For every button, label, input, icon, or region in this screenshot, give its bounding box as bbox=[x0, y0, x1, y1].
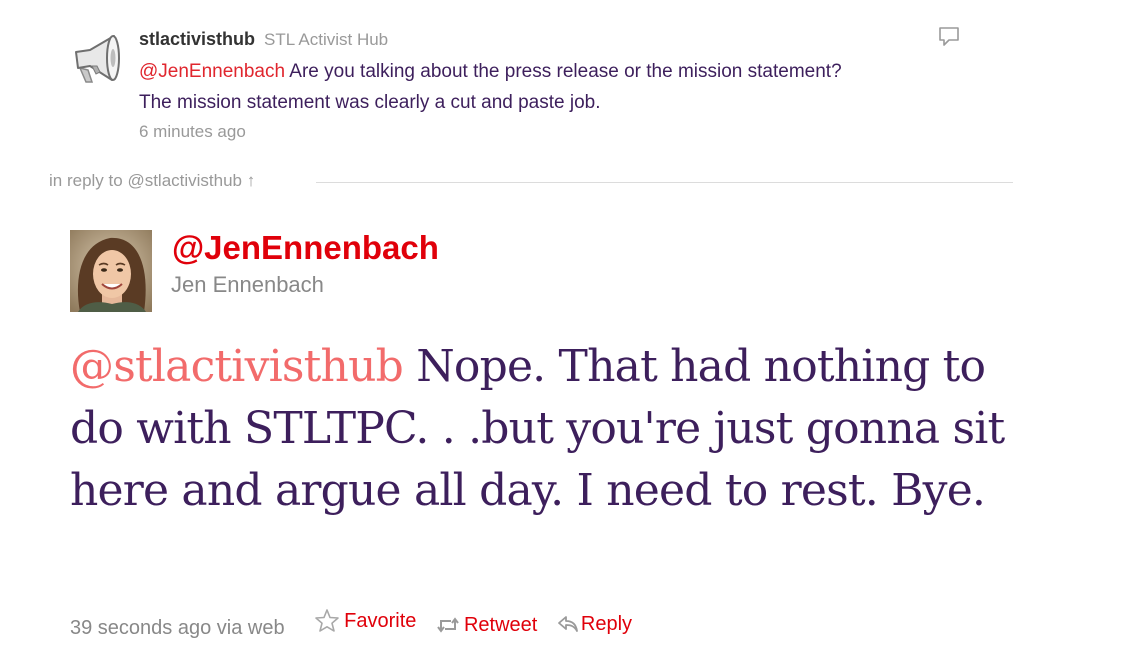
speech-bubble-icon[interactable] bbox=[938, 26, 960, 48]
main-timestamp[interactable]: 39 seconds ago bbox=[70, 617, 211, 639]
avatar[interactable] bbox=[70, 230, 152, 312]
megaphone-icon[interactable] bbox=[68, 28, 128, 88]
parent-text-rest: Are you talking about the press release … bbox=[289, 61, 842, 82]
main-full-name: Jen Ennenbach bbox=[171, 272, 324, 297]
in-reply-prefix: in reply to bbox=[49, 171, 123, 190]
parent-tweet-text: @JenEnnenbach Are you talking about the … bbox=[139, 56, 989, 118]
in-reply-link[interactable]: @stlactivisthub bbox=[127, 171, 242, 190]
reply-arrow-icon bbox=[558, 616, 578, 632]
parent-tweet-header: stlactivisthub STL Activist Hub bbox=[139, 26, 989, 53]
main-mention-link[interactable]: @stlactivisthub bbox=[70, 341, 404, 392]
star-icon bbox=[315, 609, 339, 632]
retweet-icon bbox=[437, 617, 459, 633]
parent-timestamp[interactable]: 6 minutes ago bbox=[139, 122, 989, 142]
retweet-label[interactable]: Retweet bbox=[464, 612, 537, 638]
reply-button[interactable]: Reply bbox=[557, 611, 632, 637]
parent-tweet-body: stlactivisthub STL Activist Hub @JenEnne… bbox=[139, 26, 989, 142]
parent-screen-name[interactable]: stlactivisthub bbox=[139, 29, 255, 49]
retweet-button[interactable]: Retweet bbox=[436, 612, 537, 638]
main-tweet-text: @stlactivisthub Nope. That had nothing t… bbox=[70, 336, 1030, 522]
parent-text-line2: The mission statement was clearly a cut … bbox=[139, 92, 601, 113]
reply-label[interactable]: Reply bbox=[581, 611, 632, 637]
main-screen-name[interactable]: @JenEnnenbach bbox=[172, 228, 439, 268]
favorite-label[interactable]: Favorite bbox=[344, 608, 416, 634]
divider bbox=[316, 182, 1013, 183]
up-arrow-icon[interactable]: ↑ bbox=[247, 171, 256, 190]
via-source: via web bbox=[216, 617, 285, 639]
favorite-button[interactable]: Favorite bbox=[314, 608, 416, 634]
parent-mention-link[interactable]: @JenEnnenbach bbox=[139, 61, 285, 82]
in-reply-to: in reply to @stlactivisthub ↑ bbox=[49, 170, 255, 192]
tweet-meta: 39 seconds ago via web Favorite Retweet … bbox=[70, 608, 632, 641]
parent-full-name: STL Activist Hub bbox=[264, 30, 389, 49]
